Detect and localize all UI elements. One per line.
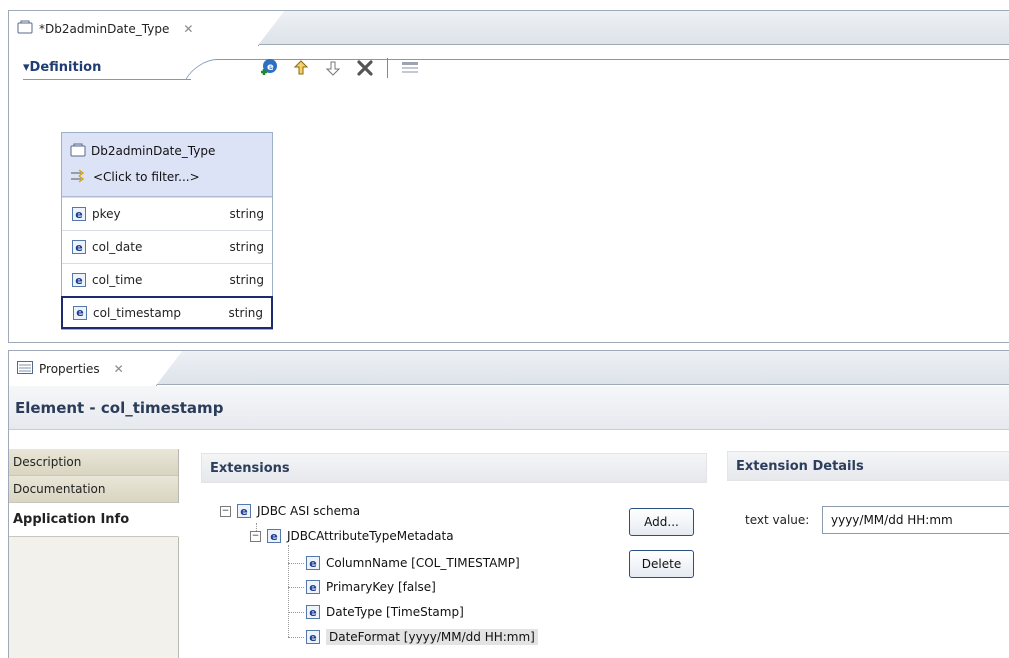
tree-connector xyxy=(288,637,304,638)
complex-type-icon xyxy=(70,143,86,160)
text-value-label: text value: xyxy=(745,513,810,527)
tree-node-child[interactable]: − e JDBCAttributeTypeMetadata xyxy=(250,526,454,546)
properties-tab-title: Properties xyxy=(39,361,100,376)
delete-icon[interactable] xyxy=(355,58,375,78)
tree-connector xyxy=(288,545,289,637)
field-row-selected[interactable]: e col_timestamp string xyxy=(61,296,273,329)
field-name: col_time xyxy=(92,273,143,287)
element-icon: e xyxy=(72,240,86,254)
extensions-section-header: Extensions xyxy=(201,453,707,483)
element-icon: e xyxy=(306,580,320,594)
move-up-icon[interactable] xyxy=(291,58,311,78)
type-filter[interactable]: <Click to filter...> xyxy=(70,165,264,189)
collapse-icon[interactable]: − xyxy=(250,530,261,542)
text-value-field[interactable]: yyyy/MM/dd HH:mm xyxy=(822,506,1009,534)
type-box-header: Db2adminDate_Type <Click to filter...> xyxy=(62,133,272,197)
schema-editor: *Db2adminDate_Type ✕ ▾Definition e Db2ad… xyxy=(8,10,1009,343)
tree-node-label: JDBCAttributeTypeMetadata xyxy=(287,529,454,543)
element-icon: e xyxy=(306,605,320,619)
field-row[interactable]: e col_date string xyxy=(62,230,272,263)
field-type: string xyxy=(229,240,264,254)
delete-button[interactable]: Delete xyxy=(629,550,694,578)
tree-node-root[interactable]: − e JDBC ASI schema xyxy=(220,501,360,521)
properties-view: Properties ✕ Element - col_timestamp Des… xyxy=(8,350,1009,658)
field-type: string xyxy=(228,305,263,320)
element-icon: e xyxy=(306,630,320,644)
field-row[interactable]: e pkey string xyxy=(62,197,272,230)
element-icon: e xyxy=(72,273,86,287)
toolbar-separator xyxy=(387,58,388,78)
move-down-icon[interactable] xyxy=(323,58,343,78)
field-name: col_date xyxy=(92,240,143,254)
editor-tab[interactable]: *Db2adminDate_Type ✕ xyxy=(9,11,284,46)
editor-tab-title: *Db2adminDate_Type xyxy=(39,21,170,36)
filter-text: <Click to filter...> xyxy=(93,170,200,184)
close-icon[interactable]: ✕ xyxy=(114,362,124,376)
element-title: Element - col_timestamp xyxy=(15,398,224,417)
tree-leaf-selected[interactable]: e DateFormat [yyyy/MM/dd HH:mm] xyxy=(306,627,538,647)
element-icon: e xyxy=(306,556,320,570)
tree-node-label: PrimaryKey [false] xyxy=(326,580,436,594)
side-tab-documentation[interactable]: Documentation xyxy=(9,476,178,503)
field-row[interactable]: e col_time string xyxy=(62,263,272,296)
element-icon: e xyxy=(267,529,281,543)
editor-tabstrip: *Db2adminDate_Type ✕ xyxy=(9,11,1009,46)
definition-section-label[interactable]: ▾Definition xyxy=(23,60,101,75)
editor-type-icon xyxy=(17,20,33,37)
field-name: pkey xyxy=(92,207,121,221)
side-tab-application-info[interactable]: Application Info xyxy=(9,503,179,537)
close-icon[interactable]: ✕ xyxy=(183,22,193,36)
properties-icon xyxy=(17,360,33,377)
properties-side-tabs: Description Documentation Application In… xyxy=(9,449,179,658)
element-icon: e xyxy=(73,305,87,320)
definition-underline xyxy=(23,79,191,80)
definition-toolbar: e xyxy=(259,58,420,78)
tree-leaf[interactable]: e DateType [TimeStamp] xyxy=(306,602,464,622)
definition-curve xyxy=(184,59,238,80)
collapse-icon[interactable]: − xyxy=(220,505,231,517)
tree-node-label: JDBC ASI schema xyxy=(257,504,361,518)
tree-leaf[interactable]: e PrimaryKey [false] xyxy=(306,577,436,597)
side-tab-description[interactable]: Description xyxy=(9,449,178,476)
tree-node-label: ColumnName [COL_TIMESTAMP] xyxy=(326,556,520,570)
type-box-name: Db2adminDate_Type xyxy=(91,144,216,158)
filter-icon xyxy=(70,168,88,186)
definition-canvas: ▾Definition e Db2adminDate_Type <Click t… xyxy=(9,46,1009,342)
tree-connector xyxy=(288,563,304,564)
field-type: string xyxy=(229,207,264,221)
tree-node-label: DateType [TimeStamp] xyxy=(326,605,464,619)
add-element-icon[interactable]: e xyxy=(259,58,279,78)
tree-connector xyxy=(288,587,304,588)
tree-node-label: DateFormat [yyyy/MM/dd HH:mm] xyxy=(326,629,538,645)
properties-tab[interactable]: Properties ✕ xyxy=(9,351,182,386)
type-box[interactable]: Db2adminDate_Type <Click to filter...> e… xyxy=(61,132,273,330)
tree-leaf[interactable]: e ColumnName [COL_TIMESTAMP] xyxy=(306,553,520,573)
element-icon: e xyxy=(237,504,251,518)
field-type: string xyxy=(229,273,264,287)
tree-connector xyxy=(288,612,304,613)
type-box-title[interactable]: Db2adminDate_Type xyxy=(70,139,264,163)
extension-details-section-header: Extension Details xyxy=(727,451,1009,481)
properties-tabstrip: Properties ✕ xyxy=(9,351,1009,386)
svg-text:e: e xyxy=(267,62,274,73)
properties-title-band: Element - col_timestamp xyxy=(9,386,1009,430)
list-view-icon[interactable] xyxy=(400,58,420,78)
field-name: col_timestamp xyxy=(93,305,182,320)
element-icon: e xyxy=(72,207,86,221)
add-button[interactable]: Add... xyxy=(629,508,694,536)
